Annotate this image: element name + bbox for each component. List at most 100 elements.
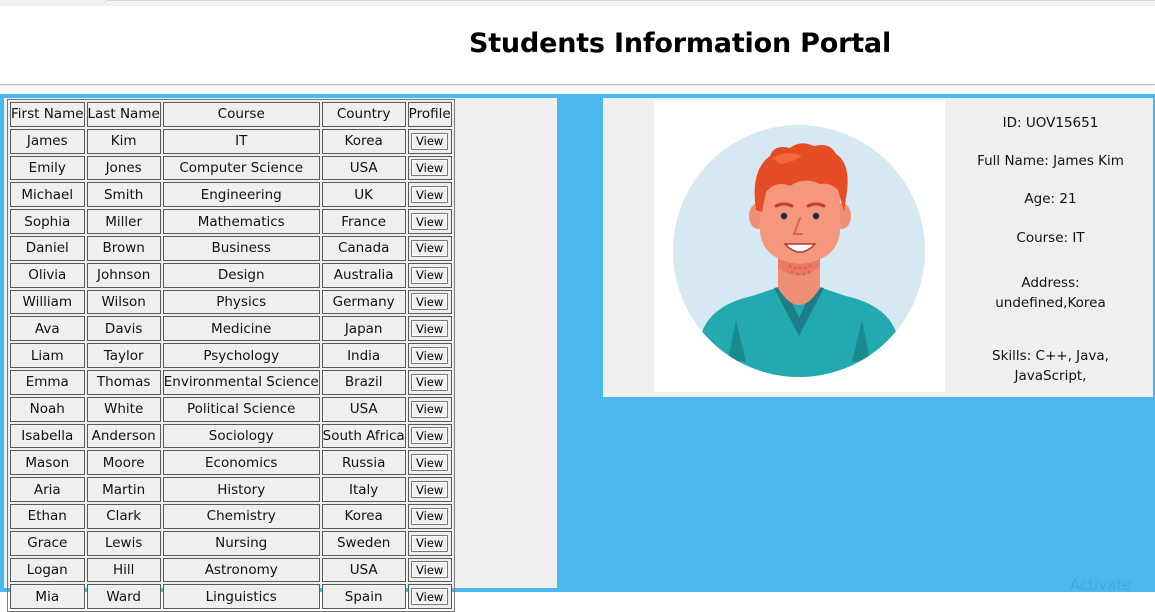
browser-tab-edge (104, 0, 1155, 3)
table-row: Aria Martin History Italy View (10, 477, 452, 502)
view-profile-button[interactable]: View (411, 320, 449, 338)
column-header-country: Country (321, 102, 406, 127)
cell-last-name: Brown (86, 235, 161, 261)
students-table-panel: First Name Last Name Course Country Prof… (4, 98, 557, 612)
cell-last-name: Jones (86, 155, 161, 181)
cell-first-name: Grace (10, 530, 85, 556)
cell-profile: View (407, 450, 452, 476)
avatar (654, 100, 945, 392)
profile-id: ID: UOV15651 (1002, 115, 1099, 131)
page-header: Students Information Portal (0, 6, 1155, 85)
cell-country: Italy (321, 477, 406, 502)
cell-last-name: Lewis (86, 530, 161, 556)
table-row: Olivia Johnson Design Australia View (10, 262, 452, 288)
cell-course: Physics (162, 289, 320, 315)
cell-first-name: Emily (10, 155, 85, 181)
main-area: First Name Last Name Course Country Prof… (0, 94, 1155, 612)
cell-country: Korea (321, 503, 406, 529)
view-profile-button[interactable]: View (411, 588, 449, 606)
cell-profile: View (407, 369, 452, 395)
cell-profile: View (407, 316, 452, 342)
view-profile-button[interactable]: View (411, 132, 449, 150)
view-profile-button[interactable]: View (411, 186, 449, 204)
cell-profile: View (407, 557, 452, 583)
table-row: James Kim IT Korea View (10, 128, 452, 154)
view-profile-button[interactable]: View (411, 427, 449, 445)
cell-profile: View (407, 182, 452, 208)
table-row: Logan Hill Astronomy USA View (10, 557, 452, 583)
cell-country: France (321, 209, 406, 234)
cell-last-name: White (86, 396, 161, 422)
cell-country: Japan (321, 316, 406, 342)
table-row: Liam Taylor Psychology India View (10, 343, 452, 368)
cell-course: Environmental Science (162, 369, 320, 395)
column-header-first-name: First Name (10, 102, 85, 127)
cell-profile: View (407, 503, 452, 529)
view-profile-button[interactable]: View (411, 507, 449, 525)
view-profile-button[interactable]: View (411, 481, 449, 499)
profile-skills-line-2: JavaScript, (1014, 368, 1087, 384)
cell-country: South Africa (321, 423, 406, 449)
cell-first-name: Michael (10, 182, 85, 208)
cell-last-name: Clark (86, 503, 161, 529)
students-table-body: James Kim IT Korea View Emily Jones Computer Sc… (10, 128, 452, 610)
view-profile-button[interactable]: View (411, 454, 449, 472)
cell-last-name: Smith (86, 182, 161, 208)
cell-last-name: Hill (86, 557, 161, 583)
view-profile-button[interactable]: View (411, 561, 449, 579)
column-header-last-name: Last Name (86, 102, 161, 127)
cell-course: Mathematics (162, 209, 320, 234)
cell-first-name: Isabella (10, 423, 85, 449)
table-row: Grace Lewis Nursing Sweden View (10, 530, 452, 556)
table-row: Noah White Political Science USA View (10, 396, 452, 422)
view-profile-button[interactable]: View (411, 347, 449, 365)
view-profile-button[interactable]: View (411, 293, 449, 311)
students-table: First Name Last Name Course Country Prof… (7, 99, 455, 612)
cell-course: Economics (162, 450, 320, 476)
view-profile-button[interactable]: View (411, 213, 449, 231)
view-profile-button[interactable]: View (411, 373, 449, 391)
table-row: Isabella Anderson Sociology South Africa Vie… (10, 423, 452, 449)
cell-course: Computer Science (162, 155, 320, 181)
cell-country: Spain (321, 584, 406, 610)
table-row: Sophia Miller Mathematics France View (10, 209, 452, 234)
cell-course: Business (162, 235, 320, 261)
cell-country: USA (321, 396, 406, 422)
column-header-course: Course (162, 102, 320, 127)
cell-profile: View (407, 155, 452, 181)
table-row: Mia Ward Linguistics Spain View (10, 584, 452, 610)
cell-profile: View (407, 423, 452, 449)
cell-last-name: Thomas (86, 369, 161, 395)
cell-last-name: Kim (86, 128, 161, 154)
table-row: Ethan Clark Chemistry Korea View (10, 503, 452, 529)
cell-course: Psychology (162, 343, 320, 368)
student-profile-card: ID: UOV15651 Full Name: James Kim Age: 2… (603, 98, 1153, 397)
windows-activation-watermark: Activate (1070, 576, 1132, 594)
profile-full-name: Full Name: James Kim (977, 153, 1124, 169)
cell-country: Sweden (321, 530, 406, 556)
table-header-row: First Name Last Name Course Country Prof… (10, 102, 452, 127)
cell-first-name: Olivia (10, 262, 85, 288)
cell-course: Medicine (162, 316, 320, 342)
cell-last-name: Anderson (86, 423, 161, 449)
cell-first-name: James (10, 128, 85, 154)
cell-country: Brazil (321, 369, 406, 395)
cell-first-name: Mason (10, 450, 85, 476)
cell-profile: View (407, 396, 452, 422)
cell-course: Linguistics (162, 584, 320, 610)
cell-last-name: Taylor (86, 343, 161, 368)
cell-profile: View (407, 584, 452, 610)
view-profile-button[interactable]: View (411, 534, 449, 552)
view-profile-button[interactable]: View (411, 400, 449, 418)
view-profile-button[interactable]: View (411, 266, 449, 284)
cell-profile: View (407, 262, 452, 288)
cell-profile: View (407, 343, 452, 368)
cell-last-name: Ward (86, 584, 161, 610)
cell-last-name: Davis (86, 316, 161, 342)
cell-course: Engineering (162, 182, 320, 208)
cell-first-name: Aria (10, 477, 85, 502)
cell-profile: View (407, 128, 452, 154)
view-profile-button[interactable]: View (411, 239, 449, 257)
view-profile-button[interactable]: View (411, 159, 449, 177)
cell-profile: View (407, 289, 452, 315)
